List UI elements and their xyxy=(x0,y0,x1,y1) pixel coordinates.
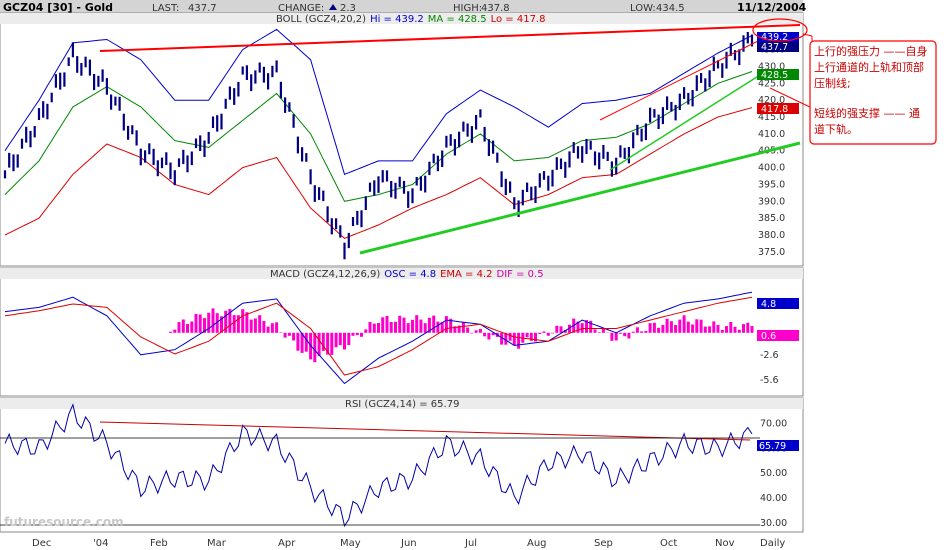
last-value: 437.7 xyxy=(188,3,217,14)
high-value: 437.8 xyxy=(481,3,510,14)
rsi-title: RSI (GCZ4,14) = 65.79 xyxy=(345,399,459,410)
annotation-resistance-2: 上行通道的上轨和顶部 xyxy=(814,60,924,74)
x-axis-tick-label: Sep xyxy=(594,538,613,549)
boll-y-tick-label: 395.0 xyxy=(758,180,785,191)
x-axis-tick-label: Feb xyxy=(150,538,168,549)
macd-y-tick-label: -2.6 xyxy=(760,350,779,361)
annotation-support-2: 道下轨。 xyxy=(814,122,858,136)
macd-osc-tag-text: 4.8 xyxy=(761,299,776,310)
boll-lo-text: Lo = 417.8 xyxy=(491,14,546,25)
x-axis-tick-label: Mar xyxy=(207,538,227,549)
boll-y-tick-label: 400.0 xyxy=(758,163,785,174)
x-axis-tick-label: '04 xyxy=(93,538,108,549)
rsi-panel xyxy=(0,397,804,533)
last-label: LAST: xyxy=(152,3,179,14)
x-axis-tick-label: May xyxy=(340,538,361,549)
boll-title-prefix: BOLL (GCZ4,20,2) xyxy=(276,14,366,25)
macd-dif-text: DIF = 0.5 xyxy=(497,269,544,280)
boll-y-tick-label: 385.0 xyxy=(758,213,785,224)
rsi-tag-text: 65.79 xyxy=(759,441,786,452)
high-label: HIGH: xyxy=(453,3,482,14)
boll-ma-tag-text: 428.5 xyxy=(761,70,788,81)
macd-osc-text: OSC = 4.8 xyxy=(384,269,436,280)
header-date: 11/12/2004 xyxy=(737,1,807,14)
x-axis-tick-label: Apr xyxy=(278,538,296,549)
rsi-y-tick-label: 70.00 xyxy=(760,418,787,429)
x-axis-tick-label: Nov xyxy=(715,538,735,549)
gold-futures-chart: GCZ04 [30] - Gold LAST: 437.7 CHANGE: 2.… xyxy=(0,0,937,549)
boll-y-tick-label: 375.0 xyxy=(758,247,785,258)
x-axis-tick-label: Jun xyxy=(400,538,417,549)
macd-dif-tag-text: 0.6 xyxy=(761,331,776,342)
boll-ma-text: MA = 428.5 xyxy=(428,14,487,25)
annotation-resistance-3: 压制线; xyxy=(814,76,851,90)
x-axis-tick-label: Daily xyxy=(760,538,785,549)
annotation-resistance-1: 上行的强压力 ——自身 xyxy=(814,44,928,58)
rsi-y-tick-label: 30.00 xyxy=(760,518,787,529)
macd-title-prefix: MACD (GCZ4,12,26,9) xyxy=(270,269,380,280)
boll-lo-tag-text: 417.8 xyxy=(761,104,788,115)
change-label: CHANGE: xyxy=(278,3,324,14)
macd-ema-text: EMA = 4.2 xyxy=(440,269,492,280)
boll-hi-text: Hi = 439.2 xyxy=(370,14,424,25)
boll-y-tick-label: 380.0 xyxy=(758,230,785,241)
boll-y-tick-label: 410.0 xyxy=(758,129,785,140)
annotation-support-1: 短线的强支撑 —— 通 xyxy=(814,106,920,120)
x-axis-tick-label: Oct xyxy=(660,538,677,549)
watermark: futuresource.com xyxy=(4,515,124,529)
low-value: 434.5 xyxy=(656,3,685,14)
low-label: LOW: xyxy=(630,3,656,14)
macd-y-tick-label: -5.6 xyxy=(760,375,779,386)
macd-title: MACD (GCZ4,12,26,9) OSC = 4.8 EMA = 4.2 DIF… xyxy=(270,269,544,280)
symbol-title: GCZ04 [30] - Gold xyxy=(3,1,113,14)
boll-title: BOLL (GCZ4,20,2) Hi = 439.2 MA = 428.5 Lo =… xyxy=(276,14,545,25)
rsi-y-tick-label: 50.00 xyxy=(760,468,787,479)
rsi-y-tick-label: 40.00 xyxy=(760,493,787,504)
x-axis-tick-label: Aug xyxy=(527,538,547,549)
change-value: 2.3 xyxy=(340,3,356,14)
boll-last-tag-text: 437.7 xyxy=(761,42,788,53)
x-axis-tick-label: Jul xyxy=(464,538,477,549)
boll-y-tick-label: 390.0 xyxy=(758,196,785,207)
x-axis-tick-label: Dec xyxy=(32,538,51,549)
